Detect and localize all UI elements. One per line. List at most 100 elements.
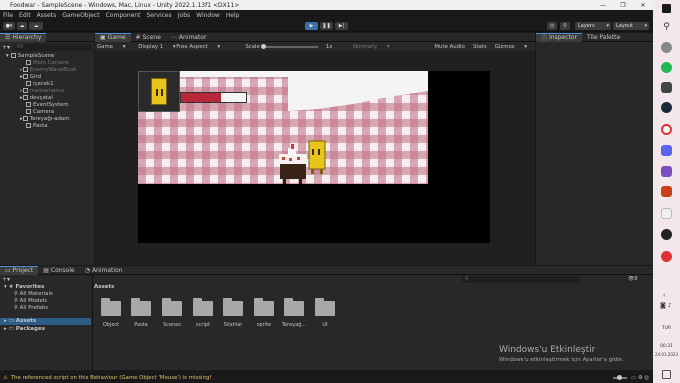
aspect-dropdown[interactable]: Free Aspect ▾ — [176, 44, 237, 50]
tab-animation[interactable]: ◔ Animation — [80, 266, 128, 275]
hierarchy-item[interactable]: ▸ Tereyağı-adam — [20, 115, 69, 122]
folder-icon[interactable] — [131, 298, 151, 316]
scale-slider-handle[interactable] — [260, 43, 266, 49]
search-icon[interactable]: ⚲ — [560, 22, 570, 30]
layout-dropdown[interactable]: Layout ▾ — [613, 22, 649, 30]
clock-date[interactable]: 24.01.2023 — [653, 352, 680, 357]
hierarchy-item[interactable]: Main Camera — [26, 59, 69, 66]
visual-studio-icon[interactable] — [661, 166, 672, 177]
windows-taskbar: ⚲ ‹ ◙ ♪ TUR 00:31 24.01.2023 — [653, 0, 680, 383]
packages-tree-item[interactable]: ▸ ▭ Packages — [4, 326, 45, 332]
hierarchy-item[interactable]: ▸ EnemyWaveBook — [20, 66, 77, 73]
mute-audio-toggle[interactable]: Mute Audio — [434, 44, 465, 50]
tab-game[interactable]: ▣ Game — [95, 32, 131, 42]
tile-palette-tab-label: Tile Palette — [587, 33, 621, 41]
tab-tile-palette[interactable]: Tile Palette — [582, 33, 625, 42]
tab-project[interactable]: ▭ Project — [0, 265, 39, 275]
gameobject-icon — [22, 116, 28, 121]
tab-scene[interactable]: # Scene — [131, 33, 166, 42]
assets-tree-item[interactable]: ▸ ▭ Assets — [0, 318, 91, 325]
menu-services[interactable]: Services — [143, 12, 174, 19]
hierarchy-item[interactable]: Camera — [26, 108, 54, 115]
scene-row[interactable]: ▾ SampleScene — [6, 52, 54, 59]
project-search-input[interactable]: ⚲ — [462, 276, 580, 283]
gizmos-dropdown[interactable]: Gizmos ▾ — [495, 44, 527, 50]
tab-animator[interactable]: ⋯ Animator — [166, 33, 212, 42]
play-focus-dropdown[interactable]: Normally ▾ — [353, 44, 426, 50]
stats-toggle[interactable]: Stats — [473, 44, 487, 50]
game-mode-dropdown[interactable]: Game ▾ — [97, 44, 130, 50]
app-icon[interactable] — [661, 82, 672, 93]
search-icon[interactable]: ⚲ — [661, 22, 672, 33]
game-view[interactable] — [138, 71, 490, 243]
menu-edit[interactable]: Edit — [16, 12, 34, 19]
cloud-icon[interactable]: ☁ — [29, 22, 43, 30]
folder-icon[interactable] — [193, 298, 213, 316]
discord-icon[interactable] — [661, 145, 672, 156]
favorite-item[interactable]: ⚲ All Prefabs — [14, 305, 48, 311]
notification-icon[interactable] — [662, 370, 671, 379]
app-icon[interactable] — [661, 186, 672, 197]
steam-icon[interactable] — [661, 102, 672, 113]
folder-icon[interactable] — [162, 298, 182, 316]
favorites-header[interactable]: ▾ ★ Favorites — [4, 284, 44, 290]
menu-jobs[interactable]: Jobs — [175, 12, 193, 19]
menu-assets[interactable]: Assets — [34, 12, 60, 19]
play-button[interactable]: ▶ — [305, 22, 318, 30]
account-button[interactable]: ●▾ — [3, 22, 15, 30]
collab-icon[interactable]: ☁ — [17, 22, 27, 30]
tab-hierarchy[interactable]: ☰ Hierarchy — [0, 32, 47, 42]
folder-icon[interactable] — [315, 298, 335, 316]
hierarchy-item[interactable]: içecek1 — [26, 80, 54, 87]
folder-icon[interactable] — [284, 298, 304, 316]
app-icon[interactable] — [661, 42, 672, 53]
hierarchy-item-label: devçatal — [29, 94, 53, 101]
favorite-item[interactable]: ⚲ All Models — [14, 298, 47, 304]
menu-file[interactable]: File — [0, 12, 16, 19]
app-icon[interactable] — [661, 251, 672, 262]
spotify-icon[interactable] — [661, 62, 672, 73]
hierarchy-item[interactable]: ▸ devçatal — [20, 94, 53, 101]
menu-help[interactable]: Help — [223, 12, 243, 19]
close-button[interactable]: ✕ — [633, 2, 653, 9]
hierarchy-item[interactable]: EventSystem — [26, 101, 69, 108]
hierarchy-item[interactable]: ▸ mamamama — [20, 87, 64, 94]
menu-gameobject[interactable]: GameObject — [59, 12, 102, 19]
history-icon[interactable]: ◷ — [547, 22, 557, 30]
add-object-button[interactable]: +▾ — [2, 44, 10, 51]
windows-start-icon[interactable] — [662, 4, 671, 13]
step-button[interactable]: ▶| — [335, 22, 348, 30]
maximize-button[interactable]: ❐ — [613, 2, 633, 9]
hierarchy-toolbar: +▾ All — [2, 43, 92, 51]
folder-icon[interactable] — [101, 298, 121, 316]
opera-icon[interactable] — [661, 124, 672, 135]
status-message[interactable]: The referenced script on this Behaviour … — [11, 375, 212, 381]
menu-component[interactable]: Component — [103, 12, 144, 19]
hierarchy-search-input[interactable]: All — [14, 43, 92, 51]
scene-tab-label: Scene — [142, 33, 161, 41]
display-dropdown[interactable]: Display 1 ▾ — [138, 44, 175, 50]
app-icon[interactable] — [661, 208, 672, 219]
tray-chevron-icon[interactable]: ‹ — [663, 292, 665, 299]
layers-dropdown[interactable]: Layers ▾ — [575, 22, 611, 30]
favorite-item[interactable]: ⚲ All Materials — [14, 291, 53, 297]
clock-time[interactable]: 00:31 — [653, 344, 680, 349]
menu-window[interactable]: Window — [193, 12, 223, 19]
hierarchy-item[interactable]: Pasta — [26, 122, 48, 129]
language-indicator[interactable]: TUR — [653, 326, 680, 331]
minimize-button[interactable]: — — [593, 2, 613, 9]
progress-slider[interactable] — [612, 374, 627, 380]
tab-console[interactable]: ▤ Console — [38, 266, 80, 275]
pause-button[interactable]: ❚❚ — [320, 22, 333, 30]
hierarchy-item[interactable]: ▸ Grid — [20, 73, 41, 80]
folder-icon[interactable] — [254, 298, 274, 316]
create-asset-button[interactable]: +▾ — [2, 276, 10, 283]
folder-icon[interactable] — [223, 298, 243, 316]
scale-slider[interactable] — [260, 43, 318, 49]
hierarchy-item-label: EnemyWaveBook — [29, 66, 77, 73]
tray-icons[interactable]: ◙ ♪ — [660, 302, 672, 309]
gameobject-icon — [26, 60, 31, 65]
unity-icon[interactable] — [661, 229, 672, 240]
status-icons: ▭ ⚙ ◎ — [630, 374, 649, 381]
tab-inspector[interactable]: ⓘ Inspector — [536, 32, 583, 42]
